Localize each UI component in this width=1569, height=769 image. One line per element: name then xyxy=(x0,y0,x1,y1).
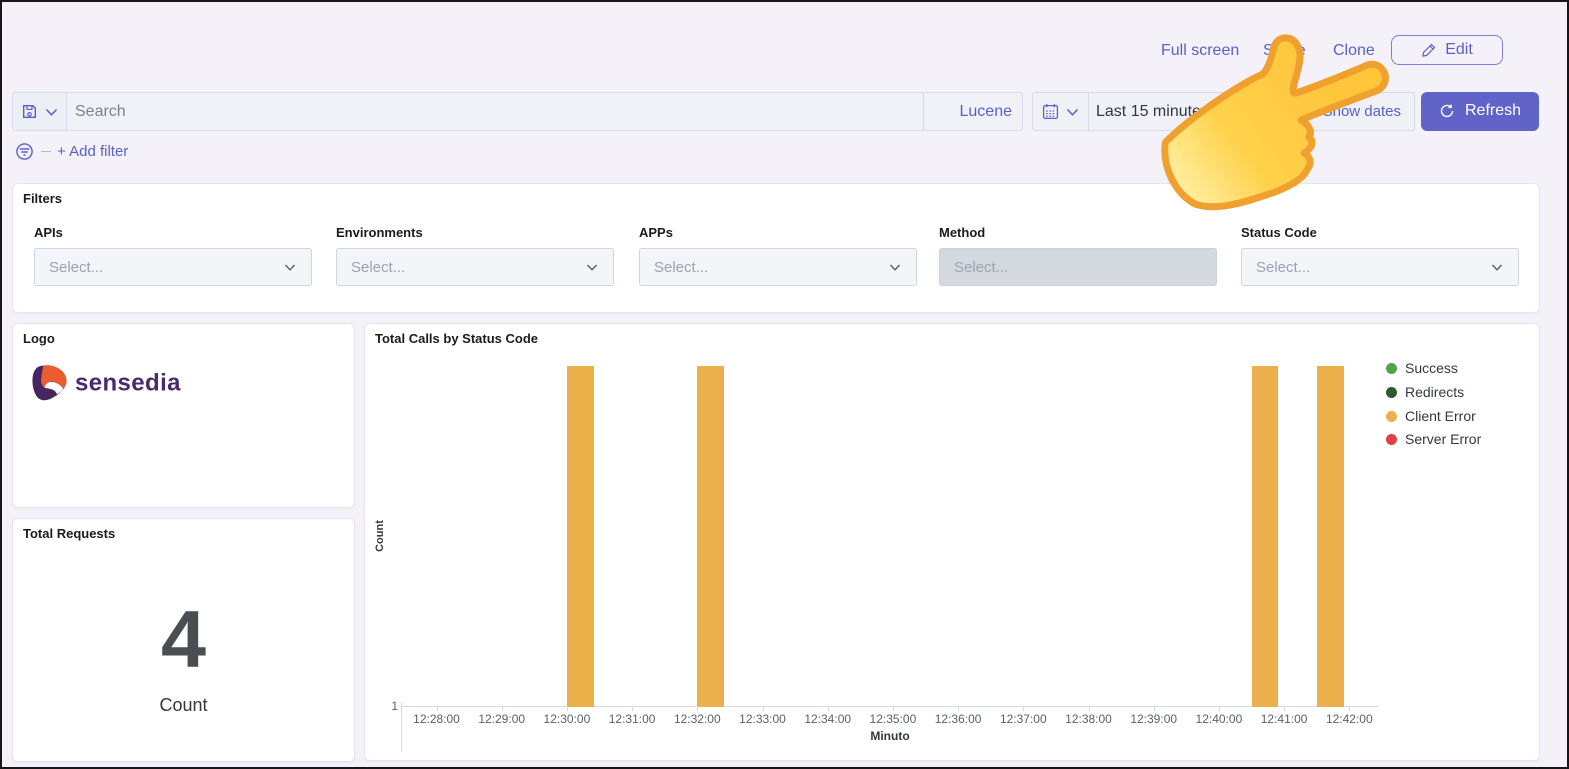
svg-text:sensedia: sensedia xyxy=(75,370,181,397)
